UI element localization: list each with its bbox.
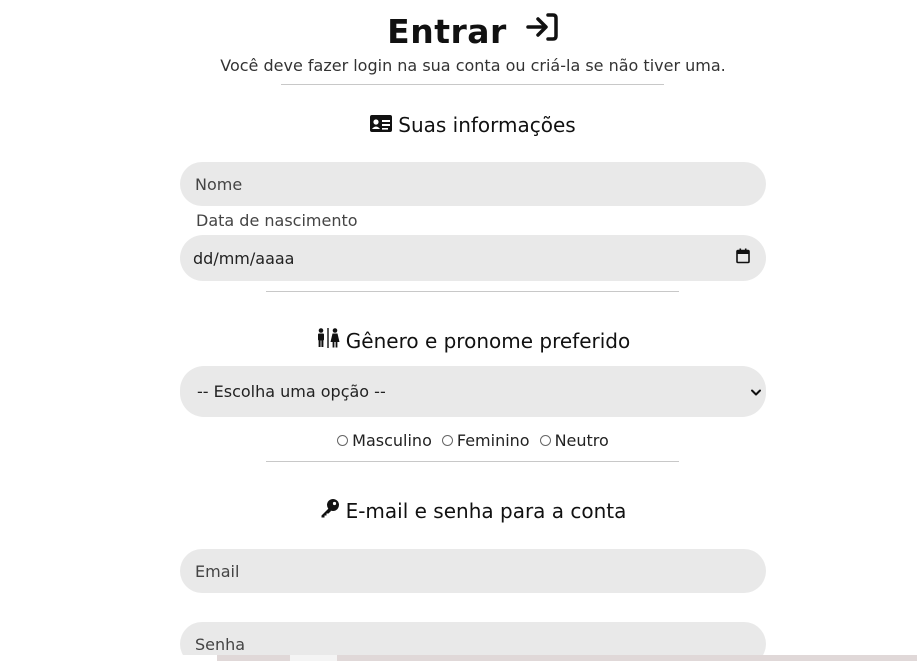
radio-neutro[interactable]: Neutro	[539, 431, 609, 450]
name-input-placeholder: Nome	[195, 174, 243, 194]
radio-label: Masculino	[352, 431, 432, 450]
birth-date-label: Data de nascimento	[196, 211, 358, 230]
radio-label: Feminino	[456, 431, 530, 450]
section-heading-gender: Gênero e pronome preferido	[0, 327, 917, 357]
name-input[interactable]: Nome	[180, 162, 766, 206]
chevron-down-icon	[750, 382, 762, 401]
section-heading-account: E-mail e senha para a conta	[0, 497, 917, 527]
id-card-icon	[370, 111, 393, 139]
section-heading-info: Suas informações	[0, 111, 917, 141]
radio-masculino[interactable]: Masculino	[337, 431, 432, 450]
page-title: Entrar	[0, 12, 917, 54]
divider	[266, 461, 679, 462]
radio-button[interactable]	[441, 435, 453, 446]
password-input-placeholder: Senha	[195, 634, 246, 654]
section-heading-info-text: Suas informações	[398, 113, 576, 137]
radio-button[interactable]	[337, 435, 349, 446]
birth-date-input[interactable]: dd/mm/aaaa	[180, 235, 766, 281]
pronoun-radio-group: Masculino Feminino Neutro	[0, 431, 917, 450]
gender-select[interactable]: -- Escolha uma opção --	[180, 366, 766, 417]
radio-label: Neutro	[554, 431, 609, 450]
divider	[281, 84, 664, 85]
email-input[interactable]: Email	[180, 549, 766, 593]
page-title-text: Entrar	[387, 12, 507, 51]
calendar-icon[interactable]	[736, 248, 750, 268]
register-page: Entrar Você deve fazer login na sua cont…	[0, 0, 917, 661]
key-icon	[320, 497, 340, 525]
strip-segment	[0, 655, 217, 661]
login-arrow-icon	[525, 11, 559, 51]
section-heading-account-text: E-mail e senha para a conta	[345, 499, 627, 523]
gender-select-value: -- Escolha uma opção --	[197, 382, 386, 401]
birth-date-value: dd/mm/aaaa	[193, 248, 295, 268]
radio-button[interactable]	[539, 435, 551, 446]
page-subtitle: Você deve fazer login na sua conta ou cr…	[220, 56, 726, 75]
section-heading-gender-text: Gênero e pronome preferido	[345, 329, 631, 353]
restroom-icon	[316, 327, 340, 355]
divider	[266, 291, 679, 292]
radio-feminino[interactable]: Feminino	[441, 431, 530, 450]
email-input-placeholder: Email	[195, 561, 240, 581]
bottom-edge-strip	[0, 655, 917, 661]
strip-segment	[290, 655, 337, 661]
